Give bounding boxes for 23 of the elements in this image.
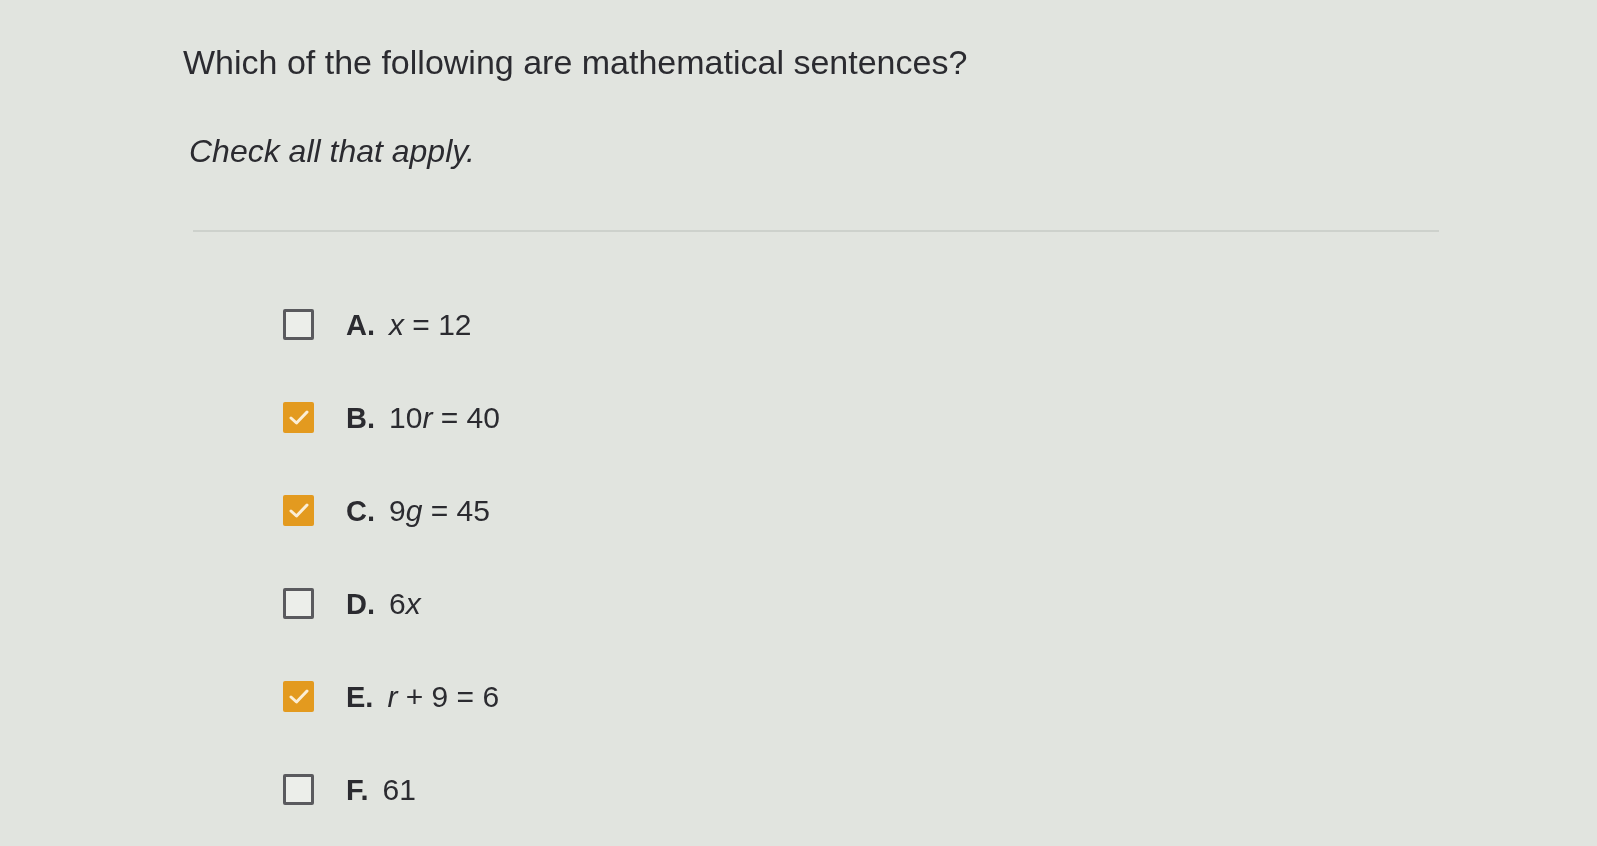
checkmark-icon bbox=[288, 689, 309, 704]
checkmark-icon bbox=[288, 503, 309, 518]
option-letter: D. bbox=[346, 586, 375, 621]
question-text: Which of the following are mathematical sentences? bbox=[183, 42, 968, 82]
instruction-text: Check all that apply. bbox=[188, 132, 475, 170]
checkbox[interactable] bbox=[283, 681, 314, 712]
option-expression: 61 bbox=[382, 771, 416, 808]
option-letter: B. bbox=[346, 400, 375, 435]
option-expression: 9g = 45 bbox=[389, 492, 490, 529]
option-expression: x = 12 bbox=[389, 306, 472, 343]
option-letter: A. bbox=[346, 307, 375, 342]
option-expression: r + 9 = 6 bbox=[387, 678, 500, 715]
option-expression: 6x bbox=[389, 585, 421, 622]
option-letter: C. bbox=[346, 493, 375, 528]
checkbox[interactable] bbox=[283, 495, 314, 526]
checkbox[interactable] bbox=[283, 402, 314, 433]
option-letter: E. bbox=[346, 679, 374, 714]
checkbox[interactable] bbox=[283, 309, 314, 340]
checkbox[interactable] bbox=[283, 774, 314, 805]
option-expression: 10r = 40 bbox=[389, 399, 500, 436]
checkmark-icon bbox=[288, 410, 309, 425]
checkbox[interactable] bbox=[283, 588, 314, 619]
option-letter: F. bbox=[346, 772, 369, 807]
